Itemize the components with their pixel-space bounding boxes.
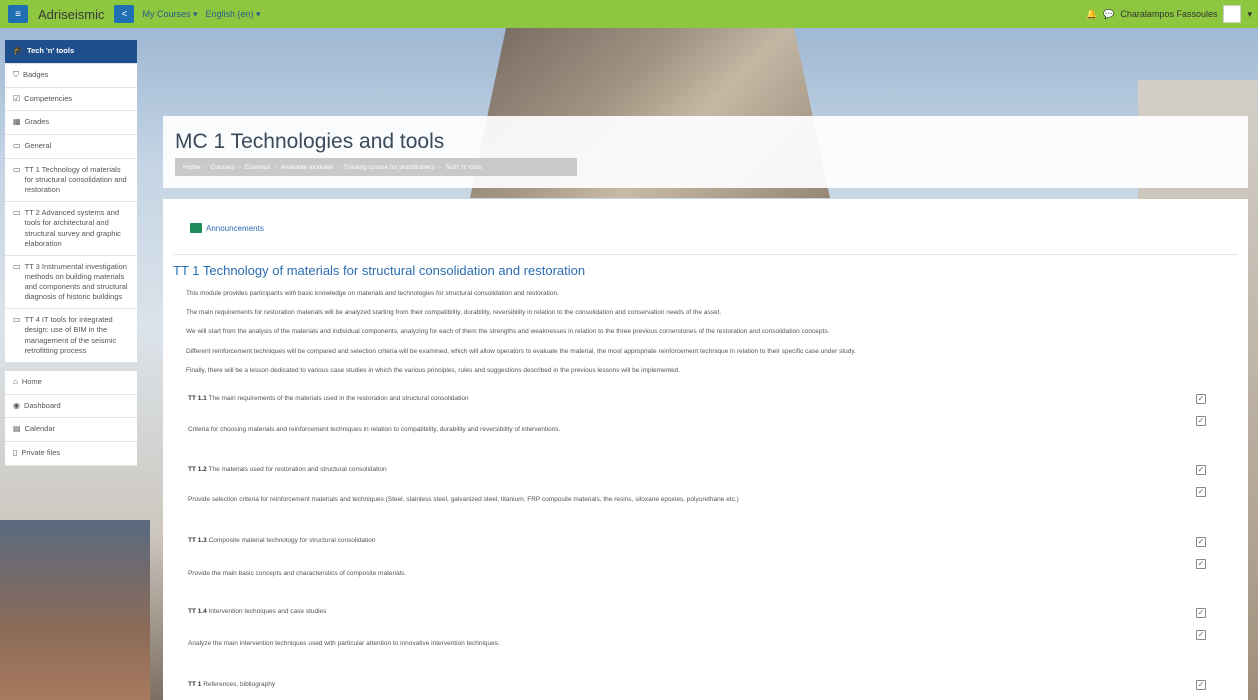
- breadcrumb-separator: ›: [238, 163, 241, 171]
- breadcrumb-courses[interactable]: Courses: [211, 164, 235, 171]
- completion-checkbox[interactable]: ✓: [1196, 465, 1206, 475]
- sidebar-item-dashboard[interactable]: ◉ Dashboard: [5, 394, 137, 419]
- summary-paragraph: The main requirements for restoration ma…: [186, 309, 722, 316]
- completion-checkbox[interactable]: ✓: [1196, 608, 1206, 618]
- announcements-label: Announcements: [206, 223, 264, 233]
- sidebar-item-tt1[interactable]: ▭ TT 1 Technology of materials for struct…: [5, 158, 137, 203]
- completion-checkbox[interactable]: ✓: [1196, 630, 1206, 640]
- breadcrumb-current[interactable]: Tech 'n' tools: [445, 164, 482, 171]
- completion-checkbox[interactable]: ✓: [1196, 394, 1206, 404]
- activity-title[interactable]: TT 1.3 Composite material technology for…: [188, 537, 376, 544]
- background-roofs: [0, 520, 150, 700]
- sidebar-item-calendar[interactable]: ▤ Calendar: [5, 418, 137, 443]
- checkbox-icon: ☑: [13, 93, 21, 103]
- announcements-link[interactable]: Announcements: [190, 223, 264, 233]
- summary-paragraph: Finally, there will be a lesson dedicate…: [186, 367, 681, 374]
- completion-checkbox[interactable]: ✓: [1196, 559, 1206, 569]
- sidebar-item-tt4[interactable]: ▭ TT 4 IT tools for integrated design: us…: [5, 309, 137, 363]
- graduation-cap-icon: 🎓: [13, 46, 23, 55]
- calendar-icon: ▤: [13, 424, 21, 434]
- activity-title[interactable]: TT 1.1 The main requirements of the mate…: [188, 395, 469, 402]
- site-brand[interactable]: Adriseismic: [38, 7, 104, 22]
- summary-paragraph: Different reinforcement techniques will …: [186, 348, 856, 355]
- sidebar-item-tt2[interactable]: ▭ TT 2 Advanced systems and tools for arc…: [5, 202, 137, 256]
- table-icon: ▦: [13, 117, 21, 127]
- home-icon: ⌂: [13, 376, 18, 386]
- folder-icon: ▭: [13, 315, 21, 325]
- sidebar-item-badges[interactable]: ⛉ Badges: [5, 63, 137, 88]
- breadcrumb: Home › Courses › Erasmus › Available module…: [175, 158, 577, 176]
- completion-checkbox[interactable]: ✓: [1196, 487, 1206, 497]
- completion-checkbox[interactable]: ✓: [1196, 680, 1206, 690]
- dashboard-icon: ◉: [13, 400, 20, 410]
- breadcrumb-home[interactable]: Home: [183, 164, 200, 171]
- folder-icon: ▭: [13, 141, 21, 151]
- breadcrumb-erasmus[interactable]: Erasmus: [245, 164, 271, 171]
- breadcrumb-modules[interactable]: Available modules: [281, 164, 334, 171]
- activity-title[interactable]: TT 1.4 Intervention techniques and case …: [188, 608, 326, 615]
- activity-description[interactable]: Provide the main basic concepts and char…: [188, 570, 406, 577]
- sidebar-item-grades[interactable]: ▦ Grades: [5, 111, 137, 136]
- folder-icon: ▭: [13, 208, 21, 218]
- my-courses-menu[interactable]: My Courses ▾: [142, 9, 197, 20]
- sidebar-item-tt3[interactable]: ▭ TT 3 Instrumental investigation methods…: [5, 255, 137, 310]
- sidebar-item-private-files[interactable]: ▯ Private files: [5, 442, 137, 467]
- sidebar: 🎓 Tech 'n' tools ⛉ Badges ☑ Competencies ▦ G…: [5, 40, 137, 467]
- top-navbar: ≡ Adriseismic < My Courses ▾ English (en…: [0, 0, 1258, 28]
- bell-icon[interactable]: 🔔: [1086, 9, 1097, 20]
- breadcrumb-separator: ›: [438, 163, 441, 171]
- completion-checkbox[interactable]: ✓: [1196, 537, 1206, 547]
- forum-icon: [190, 223, 202, 233]
- sidebar-item-course[interactable]: 🎓 Tech 'n' tools: [5, 40, 137, 64]
- sidebar-item-competencies[interactable]: ☑ Competencies: [5, 87, 137, 112]
- summary-paragraph: This module provides participants with b…: [186, 290, 559, 297]
- breadcrumb-separator: ›: [204, 163, 207, 171]
- sidebar-item-home[interactable]: ⌂ Home: [5, 370, 137, 395]
- completion-checkbox[interactable]: ✓: [1196, 416, 1206, 426]
- user-name[interactable]: Charalampos Fassoules: [1120, 9, 1217, 19]
- chat-icon[interactable]: 💬: [1103, 9, 1114, 20]
- hamburger-icon[interactable]: ≡: [8, 5, 28, 23]
- file-icon: ▯: [13, 448, 18, 458]
- navbar-right: 🔔 💬 Charalampos Fassoules ▾: [1086, 5, 1252, 23]
- folder-icon: ▭: [13, 164, 21, 174]
- folder-icon: ▭: [13, 261, 21, 271]
- shield-icon: ⛉: [13, 69, 19, 79]
- language-menu[interactable]: English (en) ▾: [206, 9, 261, 20]
- activity-title[interactable]: TT 1.2 The materials used for restoratio…: [188, 466, 387, 473]
- sidebar-item-general[interactable]: ▭ General: [5, 135, 137, 159]
- user-menu-caret[interactable]: ▾: [1247, 9, 1252, 20]
- activity-description[interactable]: Criteria for choosing materials and rein…: [188, 426, 560, 433]
- page-title: MC 1 Technologies and tools: [175, 130, 445, 153]
- summary-paragraph: We will start from the analysis of the m…: [186, 328, 830, 335]
- avatar[interactable]: [1223, 5, 1242, 23]
- breadcrumb-separator: ›: [337, 163, 340, 171]
- section-title: TT 1 Technology of materials for structu…: [173, 263, 586, 278]
- course-content: Announcements TT 1 Technology of materia…: [163, 199, 1248, 700]
- share-icon[interactable]: <: [114, 5, 135, 23]
- breadcrumb-training[interactable]: Training course for practitioners: [344, 164, 435, 171]
- activity-description[interactable]: Provide selection criteria for reinforce…: [188, 496, 739, 503]
- breadcrumb-separator: ›: [274, 163, 277, 171]
- section-divider: [173, 254, 1238, 255]
- page-header: MC 1 Technologies and tools Home › Course…: [163, 116, 1248, 188]
- activity-title[interactable]: TT 1 References, bibliography: [188, 681, 275, 688]
- activity-description[interactable]: Analyze the main intervention techniques…: [188, 640, 500, 647]
